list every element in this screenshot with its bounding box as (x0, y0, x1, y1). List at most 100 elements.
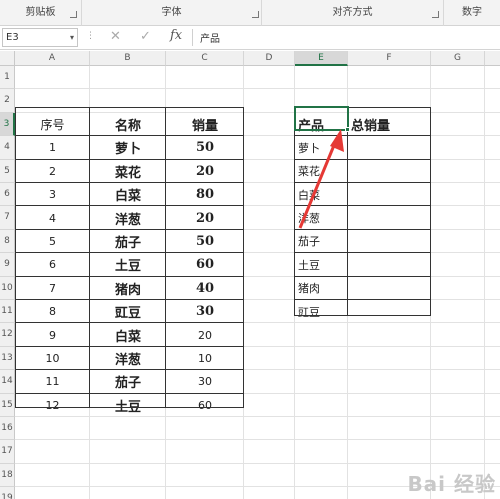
table1-cell[interactable]: 10 (166, 347, 244, 370)
row-header-6[interactable]: 6 (0, 183, 15, 207)
alignment-group[interactable]: 对齐方式 (262, 0, 444, 26)
table1-cell[interactable]: 11 (15, 370, 90, 393)
table1-cell[interactable]: 9 (15, 323, 90, 346)
table2-total-cell[interactable] (348, 230, 431, 253)
table1-cell[interactable]: 萝卜 (90, 136, 166, 159)
table1-cell[interactable]: 10 (15, 347, 90, 370)
font-launcher-icon[interactable] (252, 11, 259, 18)
row-header-10[interactable]: 10 (0, 276, 15, 300)
table1-cell[interactable]: 50 (166, 230, 244, 253)
table1-cell[interactable]: 6 (15, 253, 90, 276)
font-group[interactable]: 字体 (82, 0, 262, 26)
table1-cell[interactable]: 5 (15, 230, 90, 253)
table1-cell[interactable]: 茄子 (90, 370, 166, 393)
table1-cell[interactable]: 20 (166, 206, 244, 229)
column-header-a[interactable]: A (15, 51, 90, 66)
table1-cell[interactable]: 30 (166, 300, 244, 323)
table1-cell[interactable]: 80 (166, 183, 244, 206)
table1-cell[interactable]: 1 (15, 136, 90, 159)
table2-product-cell[interactable]: 萝卜 (295, 136, 348, 159)
table2-product-cell[interactable]: 土豆 (295, 253, 348, 276)
table2-product-cell[interactable]: 猪肉 (295, 277, 348, 300)
table1-cell[interactable]: 12 (15, 394, 90, 417)
row-header-3[interactable]: 3 (0, 112, 15, 137)
confirm-check-icon[interactable]: ✓ (140, 29, 151, 45)
table2-total-cell[interactable] (348, 253, 431, 276)
number-group[interactable]: 数字 (444, 0, 500, 26)
table2-total-cell[interactable] (348, 300, 431, 323)
table1-header-cell[interactable]: 序号 (15, 113, 90, 136)
formula-bar: E3 ▾ ⋮ ✕ ✓ fx 产品 (0, 26, 500, 50)
table1-cell[interactable]: 60 (166, 394, 244, 417)
table2-total-cell[interactable] (348, 160, 431, 183)
table2-product-cell[interactable]: 豇豆 (295, 300, 348, 323)
chevron-down-icon[interactable]: ▾ (70, 29, 74, 46)
row-header-1[interactable]: 1 (0, 66, 15, 90)
table1-cell[interactable]: 茄子 (90, 230, 166, 253)
column-header-g[interactable]: G (431, 51, 485, 66)
table2-product-cell[interactable]: 洋葱 (295, 206, 348, 229)
fill-handle[interactable] (345, 127, 350, 132)
table2-header-total-sales[interactable]: 总销量 (348, 113, 431, 136)
row-header-19[interactable]: 19 (0, 487, 15, 499)
row-header-13[interactable]: 13 (0, 346, 15, 371)
table1-cell[interactable]: 8 (15, 300, 90, 323)
alignment-launcher-icon[interactable] (432, 11, 439, 18)
table2-total-cell[interactable] (348, 183, 431, 206)
table1-header-cell[interactable]: 销量 (166, 113, 244, 136)
table1-cell[interactable]: 猪肉 (90, 277, 166, 300)
row-header-9[interactable]: 9 (0, 253, 15, 277)
table2-total-cell[interactable] (348, 277, 431, 300)
row-header-15[interactable]: 15 (0, 393, 15, 417)
table1-cell[interactable]: 30 (166, 370, 244, 393)
table1-cell[interactable]: 土豆 (90, 253, 166, 276)
table2-total-cell[interactable] (348, 206, 431, 229)
column-header-f[interactable]: F (348, 51, 431, 66)
row-header-16[interactable]: 16 (0, 417, 15, 441)
table1-cell[interactable]: 土豆 (90, 394, 166, 417)
table1-cell[interactable]: 20 (166, 160, 244, 183)
formula-input[interactable]: 产品 (200, 30, 220, 45)
table1-cell[interactable]: 60 (166, 253, 244, 276)
table1-cell[interactable]: 豇豆 (90, 300, 166, 323)
table1-cell[interactable]: 2 (15, 160, 90, 183)
table1-cell[interactable]: 40 (166, 277, 244, 300)
table2-product-cell[interactable]: 白菜 (295, 183, 348, 206)
table1-cell[interactable]: 4 (15, 206, 90, 229)
column-header-c[interactable]: C (166, 51, 244, 66)
table1-header-cell[interactable]: 名称 (90, 113, 166, 136)
insert-function-icon[interactable]: fx (170, 28, 182, 43)
table1-cell[interactable]: 洋葱 (90, 206, 166, 229)
row-header-4[interactable]: 4 (0, 136, 15, 160)
table2-product-cell[interactable]: 菜花 (295, 160, 348, 183)
column-header-d[interactable]: D (244, 51, 295, 66)
table2-total-cell[interactable] (348, 136, 431, 159)
row-header-17[interactable]: 17 (0, 440, 15, 464)
clipboard-launcher-icon[interactable] (70, 11, 77, 18)
row-header-18[interactable]: 18 (0, 463, 15, 488)
table1-cell[interactable]: 菜花 (90, 160, 166, 183)
column-header-h[interactable] (485, 51, 500, 66)
more-options-icon[interactable]: ⋮ (86, 31, 95, 41)
table1-cell[interactable]: 7 (15, 277, 90, 300)
column-header-b[interactable]: B (90, 51, 166, 66)
row-header-7[interactable]: 7 (0, 206, 15, 230)
name-box[interactable]: E3 ▾ (2, 28, 78, 47)
row-header-2[interactable]: 2 (0, 89, 15, 113)
row-header-14[interactable]: 14 (0, 370, 15, 394)
select-all-corner[interactable] (0, 51, 15, 66)
table2-product-cell[interactable]: 茄子 (295, 230, 348, 253)
row-header-12[interactable]: 12 (0, 323, 15, 347)
table1-cell[interactable]: 白菜 (90, 323, 166, 346)
table1-cell[interactable]: 20 (166, 323, 244, 346)
row-header-8[interactable]: 8 (0, 229, 15, 254)
table1-cell[interactable]: 50 (166, 136, 244, 159)
table1-cell[interactable]: 洋葱 (90, 347, 166, 370)
cancel-icon[interactable]: ✕ (110, 29, 121, 45)
column-header-e[interactable]: E (295, 51, 348, 66)
table1-cell[interactable]: 白菜 (90, 183, 166, 206)
row-header-11[interactable]: 11 (0, 300, 15, 324)
table1-cell[interactable]: 3 (15, 183, 90, 206)
row-header-5[interactable]: 5 (0, 159, 15, 183)
selected-cell-e3[interactable] (294, 106, 349, 131)
